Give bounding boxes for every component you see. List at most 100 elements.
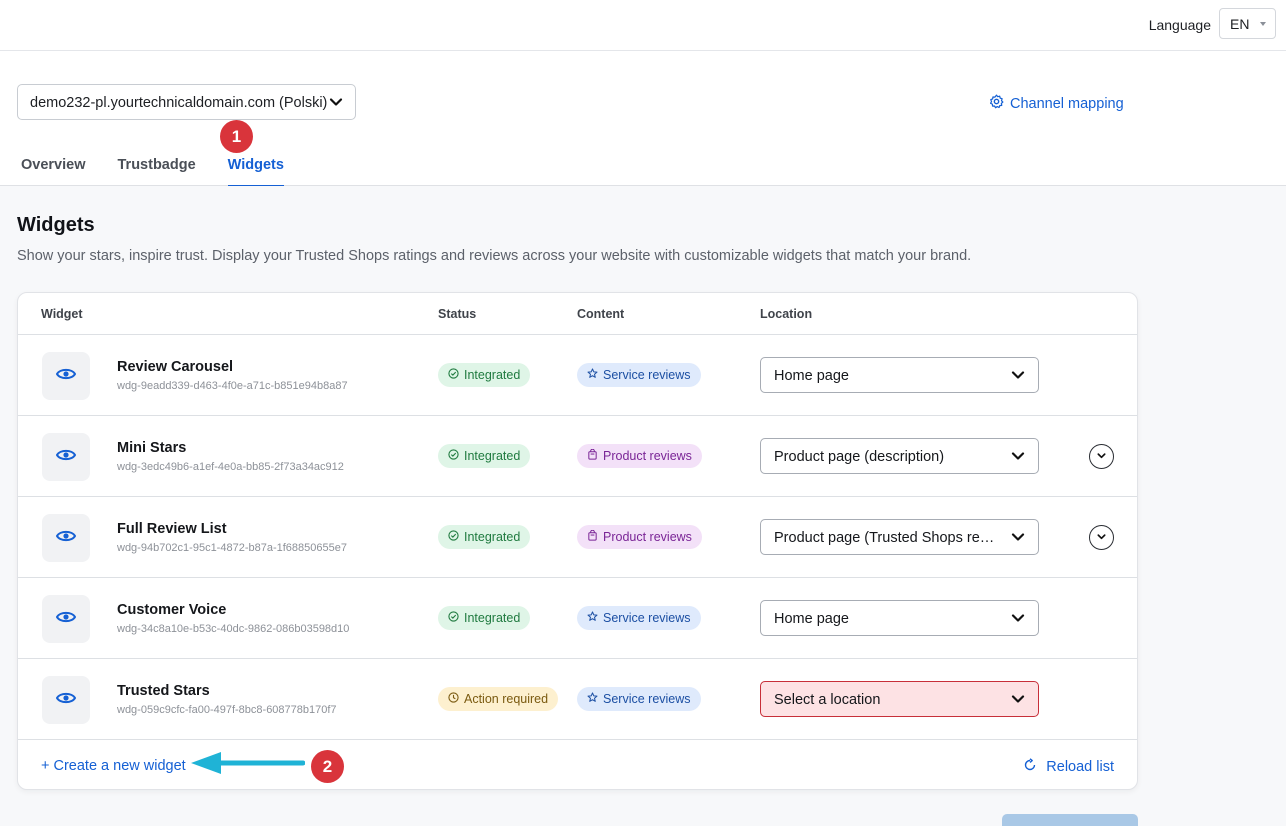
content-label: Product reviews <box>603 449 692 463</box>
column-header-widget: Widget <box>41 307 83 321</box>
top-bar: Language EN <box>0 0 1286 51</box>
chevron-down-icon <box>1011 611 1025 629</box>
location-select[interactable]: Product page (description) <box>760 438 1039 474</box>
chevron-down-icon <box>1011 368 1025 386</box>
language-label: Language <box>1148 17 1211 33</box>
check-circle-icon <box>448 368 459 382</box>
content-badge: Product reviews <box>577 525 702 549</box>
expand-row-button[interactable] <box>1089 444 1114 469</box>
preview-button[interactable] <box>42 433 90 481</box>
widget-name: Trusted Stars <box>117 683 210 699</box>
page-description: Show your stars, inspire trust. Display … <box>17 248 972 264</box>
status-badge: Integrated <box>438 444 531 468</box>
table-header: Widget Status Content Location <box>18 293 1137 335</box>
content-badge: Service reviews <box>577 363 701 387</box>
widget-id: wdg-34c8a10e-b53c-40dc-9862-086b03598d10 <box>117 623 350 635</box>
widget-name: Review Carousel <box>117 359 234 375</box>
channel-mapping-link[interactable]: Channel mapping <box>989 94 1124 113</box>
check-circle-icon <box>448 449 459 463</box>
create-widget-link[interactable]: + Create a new widget <box>41 758 186 774</box>
widget-id: wdg-059c9cfc-fa00-497f-8bc8-608778b170f7 <box>117 704 337 716</box>
widget-name: Mini Stars <box>117 440 187 456</box>
check-circle-icon <box>448 611 459 625</box>
status-badge: Integrated <box>438 525 531 549</box>
star-icon <box>587 611 598 625</box>
widgets-table-card: Widget Status Content Location Review Ca… <box>17 292 1138 790</box>
location-select[interactable]: Home page <box>760 600 1039 636</box>
content-badge: Service reviews <box>577 687 701 711</box>
table-footer: + Create a new widget 2 Reload list <box>18 740 1137 789</box>
widget-id: wdg-9eadd339-d463-4f0e-a71c-b851e94b8a87 <box>117 380 348 392</box>
channel-select-value: demo232-pl.yourtechnicaldomain.com (Pols… <box>30 95 328 111</box>
location-value: Home page <box>774 368 849 384</box>
eye-icon <box>55 448 77 467</box>
table-row: Full Review List wdg-94b702c1-95c1-4872-… <box>18 497 1137 578</box>
annotation-badge-1: 1 <box>220 120 253 153</box>
status-badge: Integrated <box>438 606 531 630</box>
location-value: Product page (description) <box>774 449 945 465</box>
location-select[interactable]: Select a location <box>760 681 1039 717</box>
status-badge: Action required <box>438 687 559 711</box>
content-label: Product reviews <box>603 530 692 544</box>
column-header-status: Status <box>438 307 477 321</box>
star-icon <box>587 368 598 382</box>
caret-down-icon <box>1260 22 1266 26</box>
widget-name: Full Review List <box>117 521 227 537</box>
preview-button[interactable] <box>42 514 90 562</box>
column-header-location: Location <box>760 307 813 321</box>
content-label: Service reviews <box>603 611 691 625</box>
language-select[interactable]: EN <box>1219 8 1276 39</box>
status-label: Integrated <box>464 611 521 625</box>
clock-icon <box>448 692 459 706</box>
tab-widgets[interactable]: Widgets <box>227 149 284 187</box>
table-row: Customer Voice wdg-34c8a10e-b53c-40dc-98… <box>18 578 1137 659</box>
location-value: Home page <box>774 611 849 627</box>
location-value: Product page (Trusted Shops reviews tab) <box>774 530 1039 546</box>
preview-button[interactable] <box>42 676 90 724</box>
bottom-action-button[interactable] <box>1002 814 1138 826</box>
channel-mapping-label: Channel mapping <box>1010 95 1124 112</box>
page-header: demo232-pl.yourtechnicaldomain.com (Pols… <box>0 51 1286 187</box>
content-badge: Product reviews <box>577 444 702 468</box>
channel-select[interactable]: demo232-pl.yourtechnicaldomain.com (Pols… <box>17 84 356 120</box>
language-value: EN <box>1230 16 1250 32</box>
tab-overview[interactable]: Overview <box>21 149 86 187</box>
location-select[interactable]: Home page <box>760 357 1039 393</box>
chevron-down-icon <box>329 95 343 113</box>
main-content: Widgets Show your stars, inspire trust. … <box>0 186 1286 826</box>
content-badge: Service reviews <box>577 606 701 630</box>
gear-icon <box>989 94 1004 113</box>
content-label: Service reviews <box>603 368 691 382</box>
eye-icon <box>55 529 77 548</box>
shopping-bag-icon <box>587 448 598 463</box>
preview-button[interactable] <box>42 352 90 400</box>
star-icon <box>587 692 598 706</box>
preview-button[interactable] <box>42 595 90 643</box>
column-header-content: Content <box>577 307 625 321</box>
page-title: Widgets <box>17 214 95 236</box>
chevron-down-icon <box>1096 448 1107 466</box>
location-value: Select a location <box>774 692 881 708</box>
refresh-icon <box>1023 758 1037 776</box>
widget-id: wdg-3edc49b6-a1ef-4e0a-bb85-2f73a34ac912 <box>117 461 344 473</box>
tab-trustbadge[interactable]: Trustbadge <box>118 149 196 187</box>
annotation-arrow-icon <box>189 748 306 783</box>
content-label: Service reviews <box>603 692 691 706</box>
widget-name: Customer Voice <box>117 602 227 618</box>
status-label: Integrated <box>464 368 521 382</box>
status-badge: Integrated <box>438 363 531 387</box>
shopping-bag-icon <box>587 529 598 544</box>
table-row: Trusted Stars wdg-059c9cfc-fa00-497f-8bc… <box>18 659 1137 740</box>
expand-row-button[interactable] <box>1089 525 1114 550</box>
check-circle-icon <box>448 530 459 544</box>
location-select[interactable]: Product page (Trusted Shops reviews tab) <box>760 519 1039 555</box>
reload-list-link[interactable]: Reload list <box>1023 758 1114 776</box>
annotation-badge-2: 2 <box>311 750 344 783</box>
chevron-down-icon <box>1011 449 1025 467</box>
eye-icon <box>55 691 77 710</box>
tab-bar: Overview Trustbadge Widgets <box>21 149 316 187</box>
chevron-down-icon <box>1011 530 1025 548</box>
widget-id: wdg-94b702c1-95c1-4872-b87a-1f68850655e7 <box>117 542 347 554</box>
table-row: Review Carousel wdg-9eadd339-d463-4f0e-a… <box>18 335 1137 416</box>
eye-icon <box>55 367 77 386</box>
